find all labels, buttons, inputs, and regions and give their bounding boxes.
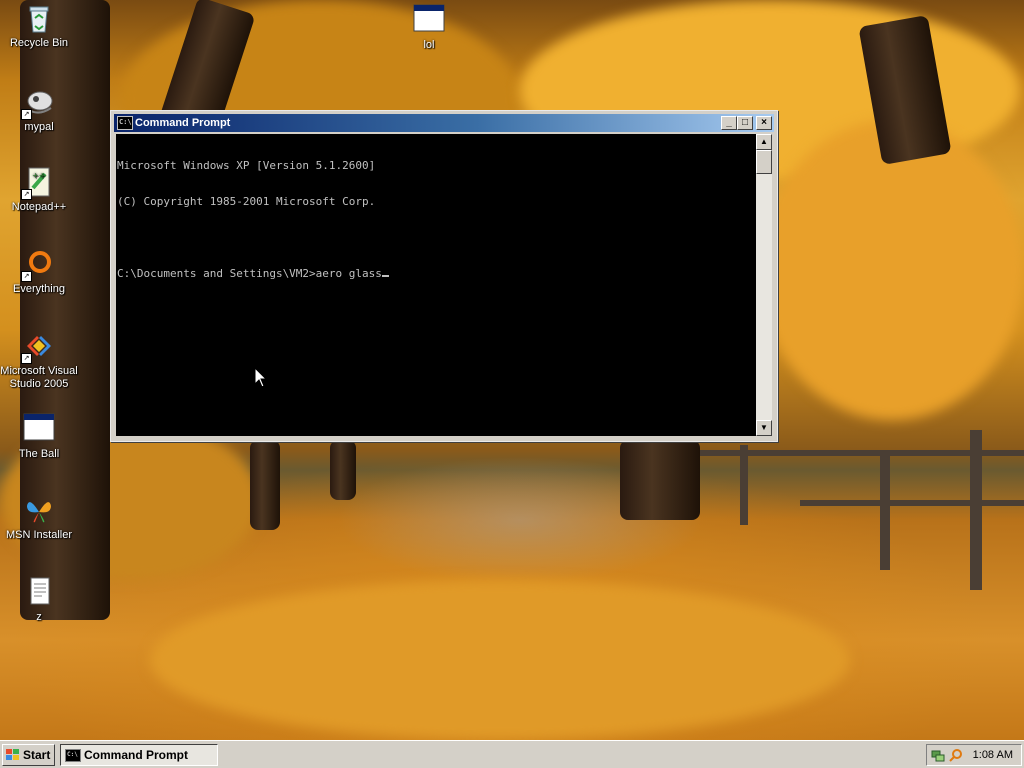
desktop-icon-label: z	[36, 611, 42, 623]
maximize-button[interactable]: □	[737, 116, 753, 130]
mouse-pointer-icon	[254, 367, 268, 388]
svg-text:++: ++	[32, 171, 45, 180]
taskbar-button-label: Command Prompt	[84, 748, 189, 762]
desktop-icon-label: mypal	[24, 121, 54, 133]
start-label: Start	[23, 748, 51, 762]
mypal-browser-icon: ↗	[21, 86, 55, 120]
console-line: Microsoft Windows XP [Version 5.1.2600]	[117, 159, 376, 172]
shortcut-arrow-icon: ↗	[21, 353, 32, 364]
desktop-icon-everything[interactable]: ↗ Everything	[0, 248, 79, 296]
desktop-icon-mypal[interactable]: ↗ mypal	[0, 86, 79, 134]
console-command-text: C:\Documents and Settings\VM2>aero glass	[117, 267, 382, 280]
desktop-icon-z[interactable]: z	[0, 576, 79, 624]
console-output[interactable]: Microsoft Windows XP [Version 5.1.2600] …	[116, 134, 756, 436]
window-titlebar[interactable]: C:\ Command Prompt _ □ ×	[114, 114, 774, 132]
everything-search-icon: ↗	[21, 248, 55, 282]
window-app-icon	[23, 413, 55, 445]
scroll-up-button[interactable]: ▲	[756, 134, 772, 150]
notepad-plus-plus-icon: ++ ↗	[21, 166, 55, 200]
desktop-icon-label: Notepad++	[11, 201, 67, 213]
console-app-icon: C:\	[117, 116, 133, 130]
desktop-icon-label: lol	[423, 39, 435, 51]
text-cursor	[381, 275, 389, 277]
console-prompt-line: C:\Documents and Settings\VM2>aero glass	[117, 268, 756, 280]
desktop-icon-visual-studio[interactable]: ↗ Microsoft Visual Studio 2005	[0, 330, 79, 391]
desktop-icon-lol[interactable]: lol	[389, 4, 469, 52]
search-tray-icon[interactable]	[949, 748, 963, 762]
windows-logo-icon	[6, 749, 20, 761]
desktop-icon-label: MSN Installer	[5, 529, 73, 541]
taskbar-button-command-prompt[interactable]: C:\ Command Prompt	[60, 744, 218, 766]
network-icon[interactable]	[931, 748, 945, 762]
msn-butterfly-icon	[23, 494, 55, 526]
system-tray: 1:08 AM	[926, 744, 1022, 766]
desktop-icon-msn-installer[interactable]: MSN Installer	[0, 494, 79, 542]
console-app-icon: C:\	[65, 749, 81, 762]
shortcut-arrow-icon: ↗	[21, 189, 32, 200]
scroll-down-button[interactable]: ▼	[756, 420, 772, 436]
close-button[interactable]: ×	[756, 116, 772, 130]
window-title: Command Prompt	[135, 117, 231, 129]
desktop-icon-recycle-bin[interactable]: Recycle Bin	[0, 2, 79, 50]
taskbar: Start C:\ Command Prompt 1:08 AM	[0, 740, 1024, 768]
desktop-icon-label: The Ball	[18, 448, 60, 460]
scroll-thumb[interactable]	[756, 150, 772, 174]
clock[interactable]: 1:08 AM	[973, 745, 1013, 765]
desktop-icon-notepad-plus-plus[interactable]: ++ ↗ Notepad++	[0, 166, 79, 214]
text-document-icon	[23, 576, 55, 608]
desktop-icon-label: Microsoft Visual Studio 2005	[0, 365, 78, 390]
start-button[interactable]: Start	[2, 744, 55, 766]
vertical-scrollbar[interactable]: ▲ ▼	[756, 134, 772, 436]
window-app-icon	[413, 4, 445, 36]
shortcut-arrow-icon: ↗	[21, 271, 32, 282]
recycle-bin-icon	[23, 2, 55, 34]
visual-studio-icon: ↗	[21, 330, 55, 364]
desktop-icon-the-ball[interactable]: The Ball	[0, 413, 79, 461]
command-prompt-window[interactable]: C:\ Command Prompt _ □ × Microsoft Windo…	[110, 110, 778, 442]
minimize-button[interactable]: _	[721, 116, 737, 130]
shortcut-arrow-icon: ↗	[21, 109, 32, 120]
desktop-icon-label: Recycle Bin	[9, 37, 69, 49]
console-line: (C) Copyright 1985-2001 Microsoft Corp.	[117, 195, 376, 208]
desktop-icon-label: Everything	[13, 283, 65, 295]
